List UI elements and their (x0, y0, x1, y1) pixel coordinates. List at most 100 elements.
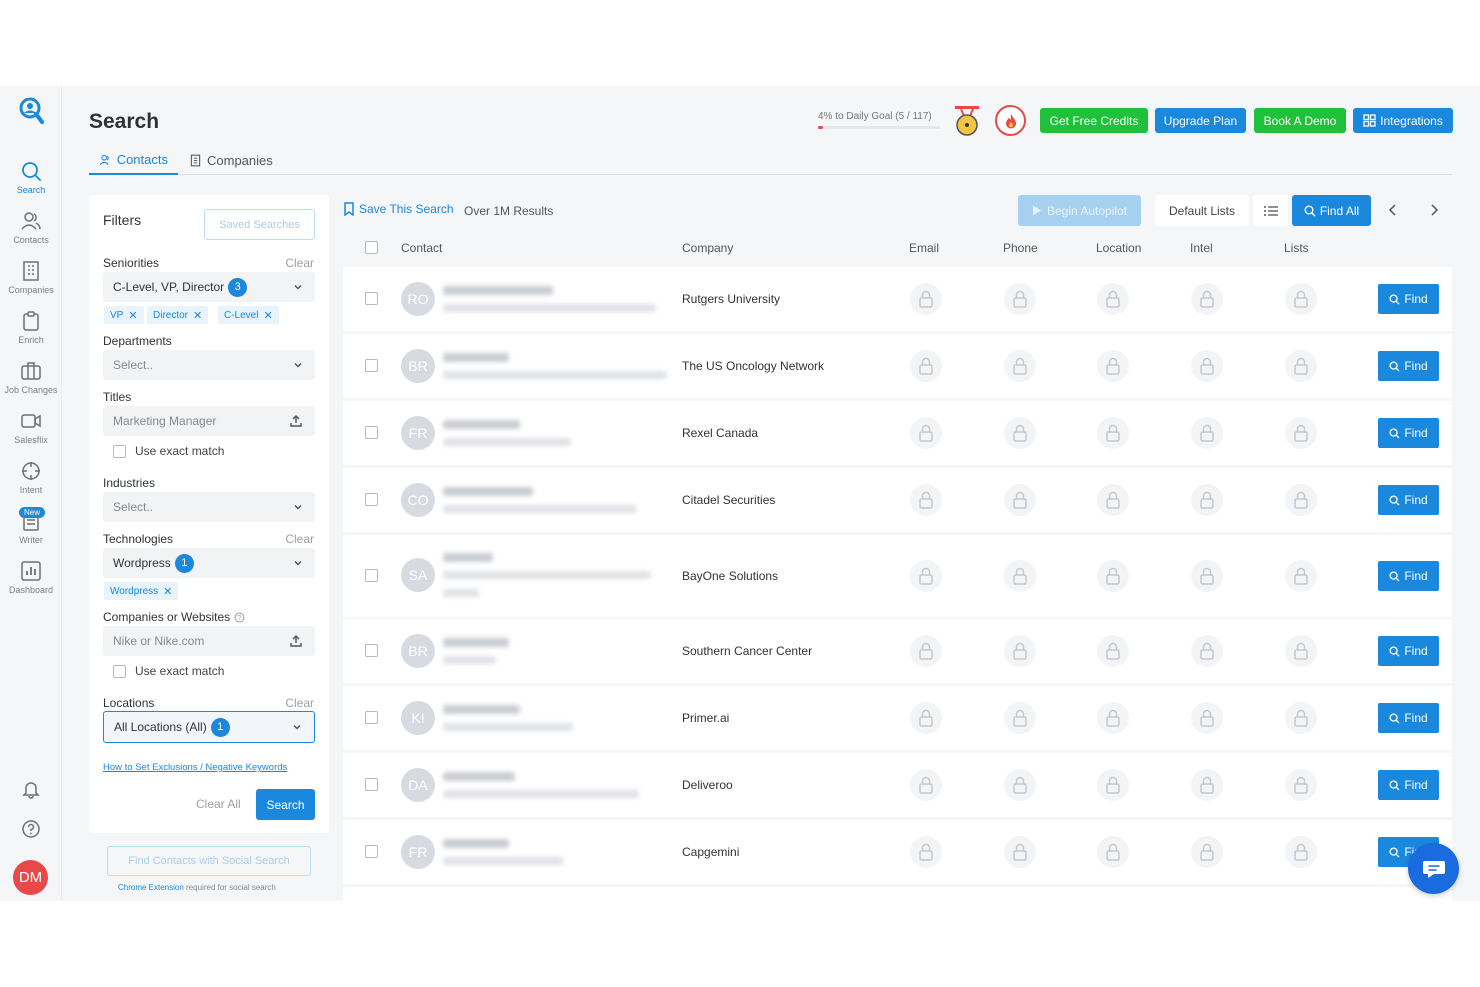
find-button[interactable]: Find (1378, 770, 1439, 800)
find-button[interactable]: Find (1378, 418, 1439, 448)
location-lock[interactable] (1097, 350, 1129, 382)
row-checkbox[interactable] (365, 426, 378, 439)
lists-lock[interactable] (1285, 350, 1317, 382)
book-demo-button[interactable]: Book A Demo (1254, 108, 1346, 133)
chat-launcher[interactable] (1408, 843, 1459, 894)
locations-select[interactable]: All Locations (All) 1 (103, 711, 315, 743)
location-lock[interactable] (1097, 635, 1129, 667)
email-lock[interactable] (910, 836, 942, 868)
email-lock[interactable] (910, 560, 942, 592)
close-icon[interactable]: ✕ (128, 309, 137, 322)
lists-lock[interactable] (1285, 635, 1317, 667)
nav-job-changes[interactable]: Job Changes (0, 360, 62, 410)
row-checkbox[interactable] (365, 644, 378, 657)
chip-director[interactable]: Director ✕ (147, 306, 209, 324)
phone-lock[interactable] (1004, 635, 1036, 667)
table-row[interactable]: RO Rutgers University Find (343, 267, 1452, 331)
phone-lock[interactable] (1004, 836, 1036, 868)
company-name[interactable]: BayOne Solutions (682, 569, 778, 583)
intel-lock[interactable] (1191, 283, 1223, 315)
lists-lock[interactable] (1285, 560, 1317, 592)
find-button[interactable]: Find (1378, 351, 1439, 381)
location-lock[interactable] (1097, 769, 1129, 801)
saved-searches-button[interactable]: Saved Searches (204, 209, 315, 240)
find-button[interactable]: Find (1378, 703, 1439, 733)
phone-lock[interactable] (1004, 769, 1036, 801)
phone-lock[interactable] (1004, 484, 1036, 516)
tab-companies[interactable]: Companies (179, 146, 283, 175)
upload-icon[interactable] (289, 414, 303, 428)
save-search-button[interactable]: Save This Search (343, 202, 454, 216)
checkbox[interactable] (113, 664, 126, 678)
location-lock[interactable] (1097, 484, 1129, 516)
company-name[interactable]: Deliveroo (682, 778, 733, 792)
intel-lock[interactable] (1191, 350, 1223, 382)
begin-autopilot-button[interactable]: Begin Autopilot (1018, 195, 1141, 226)
industries-select[interactable]: Select.. (103, 492, 315, 522)
nav-companies[interactable]: Companies (0, 260, 62, 310)
row-checkbox[interactable] (365, 493, 378, 506)
company-name[interactable]: Rexel Canada (682, 426, 758, 440)
email-lock[interactable] (910, 417, 942, 449)
help-icon[interactable] (21, 819, 41, 839)
titles-input[interactable]: Marketing Manager (103, 406, 315, 436)
intel-lock[interactable] (1191, 769, 1223, 801)
table-row[interactable] (343, 887, 1452, 901)
technologies-clear[interactable]: Clear (285, 532, 314, 546)
companies-input[interactable]: Nike or Nike.com (103, 626, 315, 656)
table-row[interactable]: FR Capgemini Find (343, 820, 1452, 884)
upload-icon[interactable] (289, 634, 303, 648)
location-lock[interactable] (1097, 283, 1129, 315)
table-row[interactable]: FR Rexel Canada Find (343, 401, 1452, 465)
table-row[interactable]: BR Southern Cancer Center Find (343, 619, 1452, 683)
get-free-credits-button[interactable]: Get Free Credits (1040, 108, 1148, 133)
nav-dashboard[interactable]: Dashboard (0, 560, 62, 610)
streak-button[interactable] (995, 105, 1026, 136)
medal-icon[interactable] (953, 106, 981, 138)
row-checkbox[interactable] (365, 359, 378, 372)
lists-lock[interactable] (1285, 283, 1317, 315)
location-lock[interactable] (1097, 836, 1129, 868)
company-name[interactable]: Primer.ai (682, 711, 729, 725)
phone-lock[interactable] (1004, 417, 1036, 449)
find-all-button[interactable]: Find All (1292, 195, 1371, 226)
departments-select[interactable]: Select.. (103, 350, 315, 380)
intel-lock[interactable] (1191, 836, 1223, 868)
chip-c-level[interactable]: C-Level ✕ (218, 306, 279, 324)
table-row[interactable]: DA Deliveroo Find (343, 753, 1452, 817)
row-checkbox[interactable] (365, 711, 378, 724)
row-checkbox[interactable] (365, 569, 378, 582)
locations-clear[interactable]: Clear (285, 696, 314, 710)
logo-icon[interactable] (18, 96, 44, 126)
location-lock[interactable] (1097, 560, 1129, 592)
nav-intent[interactable]: Intent (0, 460, 62, 510)
company-name[interactable]: Capgemini (682, 845, 739, 859)
find-button[interactable]: Find (1378, 561, 1439, 591)
intel-lock[interactable] (1191, 484, 1223, 516)
nav-writer[interactable]: New Writer (0, 507, 62, 560)
checkbox[interactable] (113, 444, 126, 458)
lists-lock[interactable] (1285, 484, 1317, 516)
bell-icon[interactable] (21, 779, 41, 799)
lists-lock[interactable] (1285, 702, 1317, 734)
nav-salesflix[interactable]: Salesflix (0, 410, 62, 460)
info-icon[interactable]: ? (234, 612, 245, 623)
table-row[interactable]: BR The US Oncology Network Find (343, 334, 1452, 398)
integrations-button[interactable]: Integrations (1353, 108, 1453, 133)
nav-contacts[interactable]: Contacts (0, 210, 62, 260)
seniorities-clear[interactable]: Clear (285, 256, 314, 270)
row-checkbox[interactable] (365, 845, 378, 858)
search-button[interactable]: Search (256, 789, 315, 820)
find-button[interactable]: Find (1378, 284, 1439, 314)
lists-lock[interactable] (1285, 836, 1317, 868)
email-lock[interactable] (910, 702, 942, 734)
phone-lock[interactable] (1004, 283, 1036, 315)
seniorities-select[interactable]: C-Level, VP, Director 3 (103, 272, 315, 302)
intel-lock[interactable] (1191, 560, 1223, 592)
company-name[interactable]: The US Oncology Network (682, 359, 824, 373)
lists-lock[interactable] (1285, 769, 1317, 801)
technologies-select[interactable]: Wordpress 1 (103, 548, 315, 578)
intel-lock[interactable] (1191, 417, 1223, 449)
email-lock[interactable] (910, 769, 942, 801)
row-checkbox[interactable] (365, 778, 378, 791)
